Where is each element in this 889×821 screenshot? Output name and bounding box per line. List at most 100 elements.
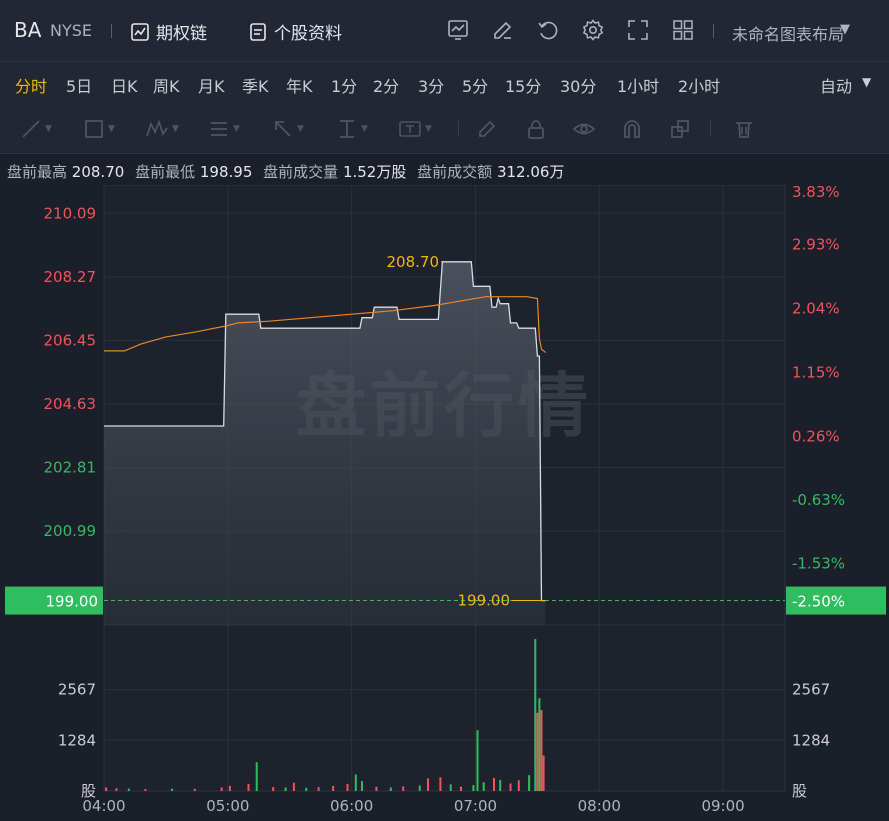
- draw-edit-icon[interactable]: [491, 18, 515, 42]
- percent-tick-label: 2.93%: [792, 235, 840, 253]
- layer-tool[interactable]: [669, 117, 705, 141]
- stock-profile-button[interactable]: 个股资料: [248, 19, 342, 44]
- time-tick-label: 04:00: [82, 797, 125, 815]
- price-tick-label: 210.09: [44, 204, 97, 222]
- divider: [710, 121, 711, 137]
- chart-layout-dropdown[interactable]: 未命名图表布局: [732, 21, 844, 45]
- volume-bar: [284, 787, 287, 791]
- volume-bar: [418, 785, 421, 791]
- volume-bar: [361, 781, 363, 791]
- premarket-low-value: 198.95: [199, 163, 253, 181]
- volume-bar: [538, 698, 541, 791]
- text-tool[interactable]: ▼: [398, 117, 434, 141]
- chevron-down-icon[interactable]: ▼: [862, 75, 871, 89]
- divider: [713, 24, 714, 38]
- visibility-tool[interactable]: [572, 117, 608, 141]
- volume-bar: [493, 778, 495, 791]
- volume-bar: [460, 786, 462, 791]
- premarket-turnover-label: 盘前成交额: [417, 163, 493, 181]
- arrow-icon: [275, 121, 291, 137]
- scale-mode-dropdown[interactable]: 自动: [820, 73, 852, 97]
- period-tab[interactable]: 日K: [111, 73, 138, 97]
- fibonacci-icon: [211, 122, 227, 136]
- volume-bar: [389, 787, 392, 791]
- gear-icon[interactable]: [581, 18, 605, 42]
- percent-tick-label: 3.83%: [792, 185, 840, 201]
- ticker-symbol: BA: [14, 18, 42, 42]
- price-tick-label: 204.63: [44, 395, 97, 413]
- period-tab[interactable]: 季K: [242, 73, 269, 97]
- price-tick-label: 202.81: [44, 459, 97, 477]
- volume-bar: [354, 774, 357, 791]
- arrow-tool[interactable]: ▼: [272, 117, 308, 141]
- period-tab[interactable]: 5日: [66, 73, 92, 97]
- options-chain-label: 期权链: [156, 24, 207, 44]
- period-tab[interactable]: 1分: [331, 73, 357, 97]
- current-price-value: 199.00: [46, 593, 99, 611]
- brush-tool[interactable]: [476, 117, 512, 141]
- period-tab[interactable]: 5分: [462, 73, 488, 97]
- magnet-tool[interactable]: [621, 117, 657, 141]
- delete-tool[interactable]: [733, 117, 769, 141]
- volume-bar: [115, 788, 118, 791]
- premarket-volume-value: 1.52万股: [342, 163, 407, 181]
- volume-tick-label: 2567: [792, 681, 830, 699]
- premarket-turnover-value: 312.06万: [496, 163, 565, 181]
- percent-tick-label: 0.26%: [792, 427, 840, 445]
- period-tab[interactable]: 3分: [418, 73, 444, 97]
- fibonacci-tool[interactable]: ▼: [208, 117, 244, 141]
- price-tick-label: 200.99: [44, 522, 97, 540]
- period-tab[interactable]: 2小时: [678, 73, 720, 97]
- volume-bar: [332, 785, 335, 791]
- volume-bar: [144, 789, 147, 791]
- lock-icon: [528, 120, 544, 139]
- volume-bar: [402, 786, 405, 791]
- volume-bar: [247, 783, 250, 791]
- pattern-tool[interactable]: ▼: [145, 117, 181, 141]
- premarket-summary: 盘前最高 208.70 盘前最低 198.95 盘前成交量 1.52万股 盘前成…: [7, 161, 570, 182]
- divider: [458, 121, 459, 137]
- period-tab[interactable]: 周K: [153, 73, 180, 97]
- rectangle-tool[interactable]: ▼: [83, 117, 119, 141]
- trend-line-icon: [22, 120, 40, 138]
- volume-bar: [472, 785, 475, 791]
- period-tab[interactable]: 2分: [373, 73, 399, 97]
- period-tab[interactable]: 年K: [286, 73, 313, 97]
- fullscreen-icon[interactable]: [626, 18, 650, 42]
- volume-bar: [449, 784, 452, 791]
- volume-bar: [536, 712, 539, 791]
- period-tab[interactable]: 30分: [560, 73, 596, 97]
- intraday-chart[interactable]: 盘前行情208.70199.00210.09208.27206.45204.63…: [0, 185, 889, 821]
- drawing-toolbar: ▼ ▼ ▼ ▼ ▼ ▼ ▼: [0, 104, 889, 154]
- chevron-down-icon[interactable]: ▼: [840, 22, 850, 37]
- measure-icon: [340, 120, 354, 138]
- volume-bar: [127, 788, 130, 791]
- line-tool[interactable]: ▼: [20, 117, 56, 141]
- reset-icon[interactable]: [536, 18, 560, 42]
- time-tick-label: 05:00: [206, 797, 249, 815]
- options-chain-button[interactable]: 期权链: [130, 19, 207, 44]
- volume-bar: [509, 783, 512, 791]
- trash-icon: [736, 122, 752, 138]
- period-tab[interactable]: 分时: [15, 73, 47, 97]
- measure-tool[interactable]: ▼: [336, 117, 372, 141]
- volume-bar: [105, 787, 108, 791]
- period-tab[interactable]: 15分: [505, 73, 541, 97]
- magnet-icon: [624, 120, 640, 138]
- volume-bar: [482, 782, 485, 791]
- volume-tick-label: 1284: [792, 731, 830, 749]
- percent-tick-label: -0.63%: [792, 491, 845, 509]
- time-tick-label: 07:00: [454, 797, 497, 815]
- period-tab[interactable]: 月K: [198, 73, 225, 97]
- volume-tick-label: 1284: [58, 731, 96, 749]
- period-tab[interactable]: 1小时: [617, 73, 659, 97]
- premarket-high-label: 盘前最高: [7, 163, 68, 181]
- volume-bar: [439, 777, 442, 791]
- volume-bar: [517, 780, 520, 791]
- premarket-volume-label: 盘前成交量: [263, 163, 339, 181]
- lock-tool[interactable]: [525, 117, 561, 141]
- grid-layout-icon[interactable]: [671, 18, 695, 42]
- percent-tick-label: 1.15%: [792, 364, 840, 382]
- indicator-icon[interactable]: [446, 18, 470, 42]
- premarket-low-label: 盘前最低: [135, 163, 196, 181]
